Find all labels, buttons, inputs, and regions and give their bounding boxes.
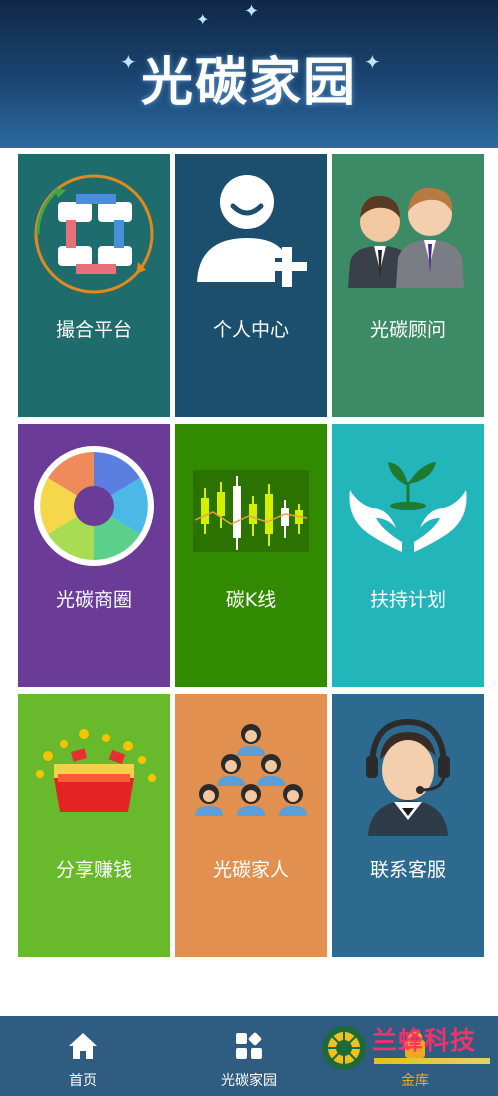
tile-family[interactable]: 光碳家人 — [175, 694, 327, 957]
tile-label: 个人中心 — [212, 319, 289, 341]
watermark-text: 兰蜂科技 — [372, 1026, 477, 1055]
tile-personal-center[interactable]: 个人中心 — [175, 154, 327, 417]
tile-support-plan[interactable]: 扶持计划 — [332, 424, 484, 687]
nav-label: 光碳家园 — [221, 1073, 277, 1089]
tile-label: 扶持计划 — [369, 589, 446, 611]
candlestick-icon — [175, 424, 327, 574]
hands-sprout-icon — [332, 424, 484, 574]
tile-share-earn[interactable]: 分享赚钱 — [18, 694, 170, 957]
tile-label: 联系客服 — [369, 859, 446, 881]
tile-label: 碳K线 — [225, 589, 277, 611]
advisors-icon — [332, 154, 484, 304]
grid-apps-icon — [233, 1030, 265, 1062]
sparkle-icon: ✦ — [196, 10, 210, 29]
nav-label: 首页 — [69, 1073, 97, 1089]
watermark-underline — [374, 1058, 490, 1064]
tile-business-circle[interactable]: 光碳商圈 — [18, 424, 170, 687]
tile-label: 光碳家人 — [212, 859, 289, 881]
tile-carbon-kline[interactable]: 碳K线 — [175, 424, 327, 687]
add-user-icon — [175, 154, 327, 304]
header-banner: ✦ ✦ ✦ ✦ 光碳家园 — [0, 0, 498, 148]
people-pyramid-icon — [175, 694, 327, 844]
customer-service-icon — [332, 694, 484, 844]
tile-advisor[interactable]: 光碳顾问 — [332, 154, 484, 417]
red-envelope-icon — [18, 694, 170, 844]
tile-customer-service[interactable]: 联系客服 — [332, 694, 484, 957]
feature-grid: 撮合平台 个人中心 光碳顾问 光碳商圈 碳K线 扶持计划 分享赚钱 光碳家人 联… — [18, 154, 484, 958]
nav-label: 金库 — [401, 1073, 429, 1089]
nav-home[interactable]: 首页 — [0, 1016, 166, 1096]
tile-label: 光碳顾问 — [369, 319, 446, 341]
tile-label: 撮合平台 — [55, 319, 132, 341]
page-title: 光碳家园 — [140, 53, 357, 113]
watermark-emblem-icon — [322, 1026, 366, 1070]
nav-home-garden[interactable]: 光碳家园 — [166, 1016, 332, 1096]
tile-matching-platform[interactable]: 撮合平台 — [18, 154, 170, 417]
handshake-circle-icon — [18, 154, 170, 304]
tile-label: 光碳商圈 — [55, 589, 132, 611]
home-icon — [67, 1030, 99, 1062]
sparkle-icon: ✦ — [244, 1, 260, 22]
aperture-icon — [18, 424, 170, 574]
tile-label: 分享赚钱 — [55, 859, 132, 881]
watermark-logo: 兰蜂科技 — [320, 1024, 496, 1074]
